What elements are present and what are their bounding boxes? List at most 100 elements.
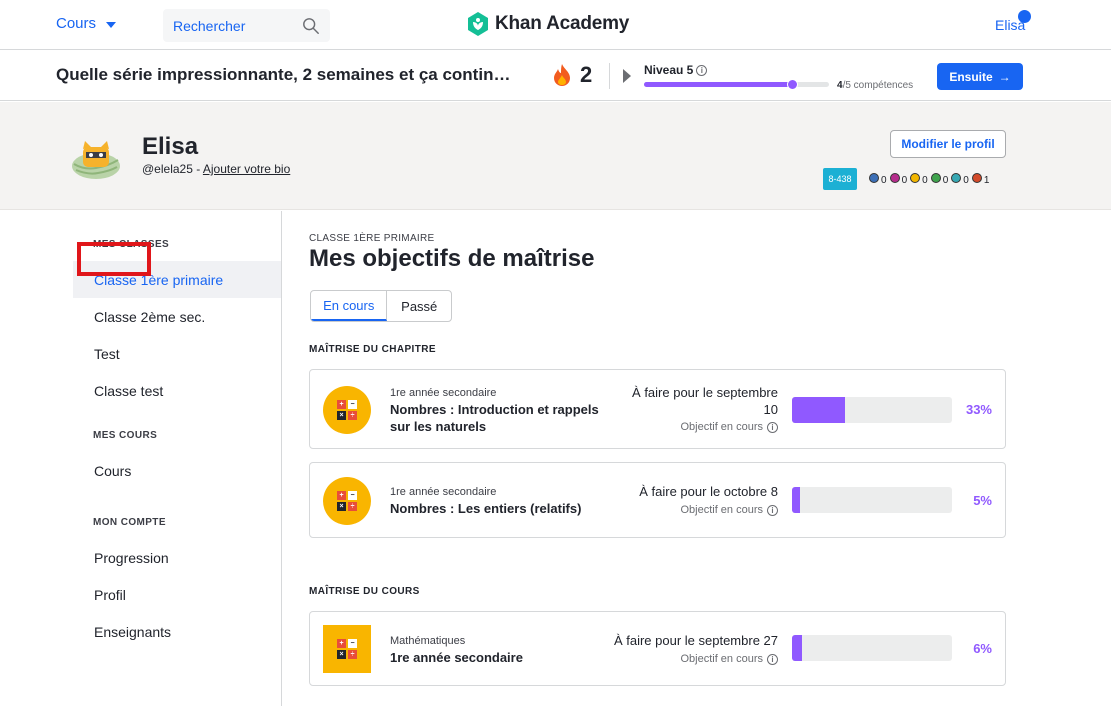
sidebar-item-progression[interactable]: Progression [73,539,281,576]
streak-message: Quelle série impressionnante, 2 semaines… [56,65,511,84]
play-icon[interactable] [623,69,631,83]
info-icon[interactable]: i [767,653,778,665]
badge-count-item: 0 [951,173,969,186]
arrow-right-icon: → [998,69,1011,84]
edit-profile-button[interactable]: Modifier le profil [890,130,1006,158]
badge-count-item: 1 [971,173,990,186]
card-title: Nombres : Introduction et rappels sur le… [390,402,599,434]
mastery-card[interactable]: + − × ÷ 1re année secondaire Nombres : Intr… [309,369,1006,449]
progress-percent: 33% [965,402,992,417]
khan-academy-logo[interactable]: Khan Academy [467,12,629,36]
logo-text: Khan Academy [495,13,630,34]
badge-count: 1 [983,175,990,186]
badge-icon [889,173,900,183]
sidebar-item-enseignants[interactable]: Enseignants [73,613,281,650]
badge-icon [869,173,879,183]
top-nav: Cours Rechercher Khan Academy Elisa [0,0,1111,50]
divider [609,63,610,89]
flame-icon [554,64,570,86]
info-icon[interactable]: i [696,64,708,76]
badge-count: 0 [942,175,949,186]
card-due-date: À faire pour le septembre 10 [632,385,778,417]
badge-count: 0 [922,175,928,186]
chapter-mastery-heading: MAÎTRISE DU CHAPITRE [309,344,436,355]
class-eyebrow: CLASSE 1ÈRE PRIMAIRE [309,233,435,244]
objective-label: Objectif en cours [680,653,763,665]
badge-count-item: 0 [889,173,908,186]
badge-count: 0 [881,175,887,186]
badge-counts: 0 0 0 0 0 1 [869,173,989,186]
objective-label: Objectif en cours [680,504,763,516]
card-due-date: À faire pour le septembre 27 [613,633,778,648]
math-icon: + − × ÷ [323,477,371,525]
level-progress-fill [644,82,792,87]
badge-count-item: 0 [869,173,887,186]
search-label: Rechercher [173,17,246,34]
courses-heading: MES COURS [93,430,158,441]
add-bio-link[interactable]: Ajouter votre bio [203,162,290,176]
sidebar-item-profil[interactable]: Profil [73,576,281,613]
objective-label: Objectif en cours [680,421,763,433]
mastery-card[interactable]: + − × ÷ 1re année secondaire Nombres : Les … [309,462,1006,538]
badge-count: 0 [963,175,969,186]
highlight-box [77,242,151,276]
page-title: Mes objectifs de maîtrise [309,245,595,272]
card-subtitle: 1re année secondaire [390,486,497,498]
khan-leaf-icon [468,12,488,36]
card-title: 1re année secondaire [390,650,523,665]
search-input[interactable]: Rechercher [163,9,330,42]
card-objective: Objectif en cours i [680,421,778,433]
card-subtitle: 1re année secondaire [390,387,497,399]
badge-count: 0 [901,175,908,186]
profile-name: Elisa [142,133,199,160]
next-label: Ensuite [949,69,993,84]
sidebar-item-test[interactable]: Test [73,335,281,372]
account-heading: MON COMPTE [93,517,166,528]
tab-bar: En cours Passé [310,290,452,322]
math-icon: + − × ÷ [323,625,371,673]
profile-handle: @elela25 - Ajouter votre bio [142,162,290,176]
progress-fill [792,487,800,513]
math-icon: + − × ÷ [323,386,371,434]
progress-bar [792,635,952,661]
tab-passe[interactable]: Passé [387,291,451,321]
streak-count: 2 [580,62,593,87]
tab-en-cours[interactable]: En cours [311,291,388,321]
level-progress-knob [787,79,798,90]
badge-icon [951,173,962,183]
progress-fill [792,397,845,423]
course-mastery-heading: MAÎTRISE DU COURS [309,586,420,597]
sidebar-item-class-test[interactable]: Classe test [73,372,281,409]
skills-count: 4/5 compétences [837,80,913,91]
badge-icon [971,173,982,183]
courses-menu-button[interactable]: Cours [56,15,117,32]
handle-text: @elela25 - [142,162,203,176]
card-objective: Objectif en cours i [680,504,778,516]
progress-percent: 6% [973,641,992,656]
avatar[interactable] [70,138,122,180]
info-icon[interactable]: i [767,504,778,516]
sidebar-item-cours[interactable]: Cours [73,452,281,489]
skills-total: /5 compétences [842,80,914,91]
next-button[interactable]: Ensuite → [937,63,1023,90]
chevron-down-icon [106,21,117,28]
sidebar-item-class-2[interactable]: Classe 2ème sec. [73,298,281,335]
card-title: Nombres : Les entiers (relatifs) [390,501,582,516]
card-due-date: À faire pour le octobre 8 [639,484,778,499]
profile-header: Elisa @elela25 - Ajouter votre bio Modif… [0,102,1111,210]
streak-bar: Quelle série impressionnante, 2 semaines… [0,51,1111,101]
info-icon[interactable]: i [767,421,778,433]
card-subtitle: Mathématiques [390,635,466,647]
search-icon [303,17,319,34]
courses-menu-label: Cours [56,15,97,32]
progress-fill [792,635,802,661]
level-label: Niveau 5 i [644,63,708,77]
notification-dot [1018,10,1031,23]
mastery-card[interactable]: + − × ÷ Mathématiques 1re année secondaire … [309,611,1006,686]
points-badge: 8-438 [823,168,857,190]
badge-icon [910,173,921,183]
progress-percent: 5% [973,493,992,508]
level-progress-bar [644,79,829,90]
badge-count-item: 0 [930,173,949,186]
badge-icon [930,173,941,183]
